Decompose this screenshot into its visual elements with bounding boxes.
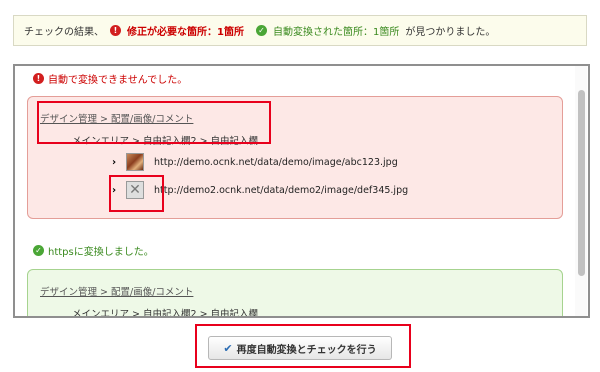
- summary-error-count: 修正が必要な箇所：1箇所: [127, 27, 244, 38]
- recheck-button[interactable]: ✔ 再度自動変換とチェックを行う: [208, 336, 392, 360]
- success-breadcrumb-link[interactable]: デザイン管理 > 配置/画像/コメント: [40, 284, 193, 298]
- success-sub-breadcrumb: メインエリア > 自由記入欄2 > 自由記入欄: [72, 309, 259, 318]
- chevron-right-icon: ›: [112, 184, 117, 196]
- success-result-box: デザイン管理 > 配置/画像/コメント メインエリア > 自由記入欄2 > 自由…: [27, 269, 563, 318]
- check-circle-icon: ✓: [33, 245, 44, 256]
- image-url-row: › ✕ http://demo2.ocnk.net/data/demo2/ima…: [112, 181, 408, 199]
- broken-image-icon: ✕: [126, 181, 144, 199]
- success-section-heading: ✓ httpsに変換しました。: [33, 243, 154, 258]
- chevron-right-icon: ›: [112, 156, 117, 168]
- error-sub-breadcrumb: メインエリア > 自由記入欄2 > 自由記入欄: [72, 136, 259, 147]
- recheck-button-label: 再度自動変換とチェックを行う: [236, 344, 377, 356]
- summary-intro: チェックの結果、: [24, 27, 104, 38]
- exclamation-circle-icon: !: [33, 73, 44, 84]
- error-section-title: 自動で変換できませんでした。: [48, 75, 188, 86]
- image-url: http://demo.ocnk.net/data/demo/image/abc…: [154, 156, 398, 168]
- error-section-heading: ! 自動で変換できませんでした。: [33, 71, 187, 86]
- summary-converted-count: 自動変換された箇所：1箇所: [272, 27, 400, 38]
- success-section-title: httpsに変換しました。: [48, 247, 154, 258]
- check-circle-icon: ✓: [255, 25, 267, 36]
- error-result-box: デザイン管理 > 配置/画像/コメント メインエリア > 自由記入欄2 > 自由…: [27, 96, 563, 219]
- results-scroll-panel[interactable]: ! 自動で変換できませんでした。 デザイン管理 > 配置/画像/コメント メイン…: [13, 64, 590, 318]
- scrollbar-thumb[interactable]: [578, 90, 585, 276]
- summary-outro: が見つかりました。: [405, 27, 496, 38]
- result-summary-bar: チェックの結果、 ! 修正が必要な箇所：1箇所 ✓ 自動変換された箇所：1箇所 …: [13, 15, 587, 46]
- image-url: http://demo2.ocnk.net/data/demo2/image/d…: [154, 184, 409, 196]
- exclamation-circle-icon: !: [110, 25, 121, 36]
- error-breadcrumb-link[interactable]: デザイン管理 > 配置/画像/コメント: [40, 111, 193, 125]
- image-url-row: › http://demo.ocnk.net/data/demo/image/a…: [112, 153, 398, 171]
- check-icon: ✔: [223, 341, 233, 355]
- image-thumbnail: [126, 153, 144, 171]
